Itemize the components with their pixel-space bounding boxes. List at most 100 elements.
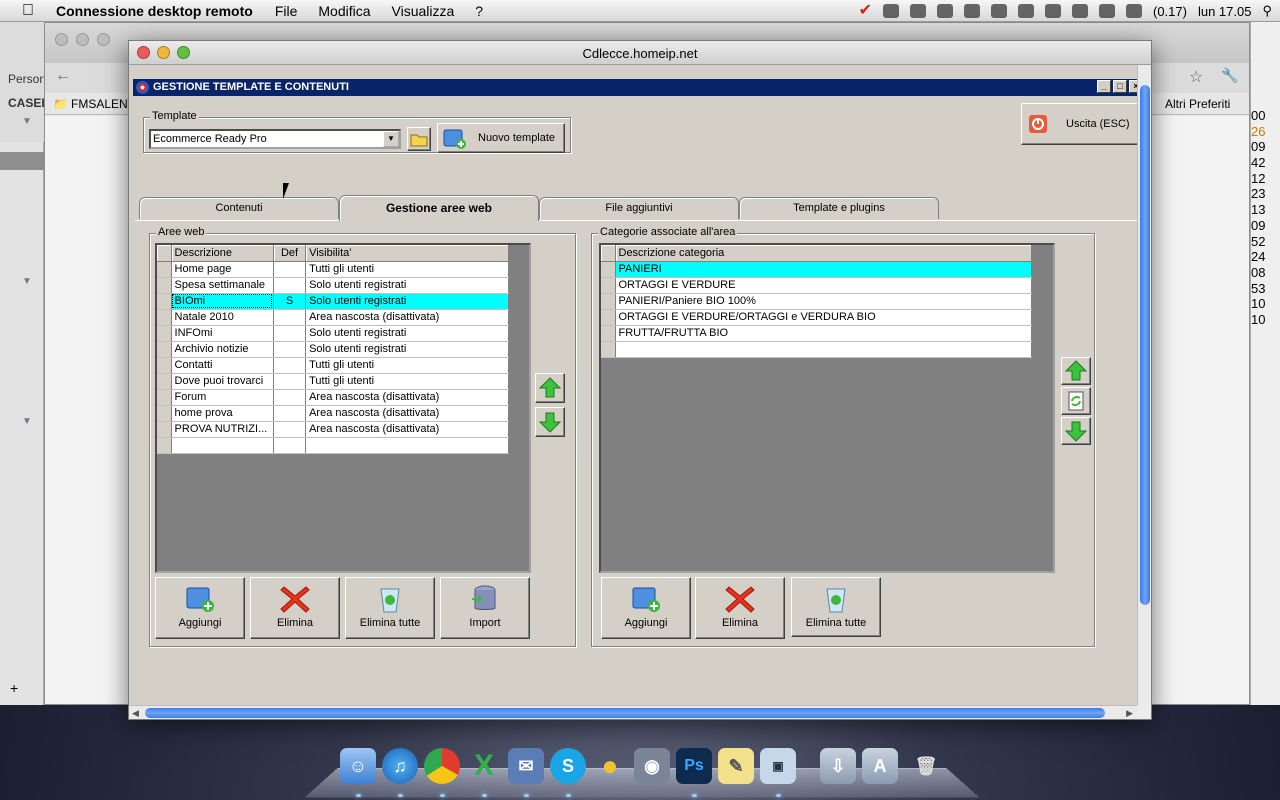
checkmark-icon[interactable]: ✔ (859, 3, 872, 19)
cell-desc[interactable]: Home page (171, 261, 274, 278)
cell-category[interactable]: PANIERI (615, 261, 1032, 278)
cell-vis[interactable]: Solo utenti registrati (305, 325, 509, 342)
table-row[interactable]: Spesa settimanale Solo utenti registrati (157, 277, 509, 294)
move-area-up-button[interactable] (535, 373, 565, 403)
refresh-category-button[interactable] (1061, 387, 1091, 415)
add-icon[interactable]: + (10, 680, 18, 696)
cell-def[interactable] (273, 389, 307, 406)
tab-template-plugins[interactable]: Template e plugins (739, 197, 939, 219)
wrench-icon[interactable]: 🔧 (1221, 67, 1238, 84)
cell-category[interactable]: ORTAGGI E VERDURE (615, 277, 1032, 294)
col-def[interactable]: Def (273, 245, 307, 262)
mail-icon[interactable]: ✉ (508, 748, 544, 784)
cyberduck-icon[interactable]: ● (592, 748, 628, 784)
app-maximize-icon[interactable]: □ (1113, 80, 1127, 93)
spotlight-icon[interactable]: ⚲ (1262, 3, 1272, 19)
disclosure-triangle-icon[interactable]: ▼ (22, 116, 32, 127)
cell-desc[interactable]: INFOmi (171, 325, 274, 342)
itunes-icon[interactable]: ♫ (382, 748, 418, 784)
menu-visualizza[interactable]: Visualizza (392, 3, 455, 19)
cell-def[interactable] (273, 277, 307, 294)
cell-desc[interactable]: Contatti (171, 357, 274, 374)
menu-file[interactable]: File (275, 3, 298, 19)
evernote-icon[interactable] (883, 4, 899, 18)
add-category-button[interactable]: Aggiungi (601, 577, 691, 639)
cell-def[interactable] (273, 373, 307, 390)
cell-category[interactable]: ORTAGGI E VERDURE/ORTAGGI e VERDURA BIO (615, 309, 1032, 326)
add-area-button[interactable]: Aggiungi (155, 577, 245, 639)
back-icon[interactable]: ← (55, 67, 71, 85)
applications-folder-icon[interactable]: A (862, 748, 898, 784)
col-descrizione[interactable]: Descrizione (171, 245, 274, 262)
cell-def[interactable] (273, 325, 307, 342)
cell-desc[interactable]: Archivio notizie (171, 341, 274, 358)
cell-desc[interactable]: Natale 2010 (171, 309, 274, 326)
scroll-right-icon[interactable]: ▶ (1126, 708, 1133, 719)
cell-vis[interactable]: Tutti gli utenti (305, 373, 509, 390)
cell-vis[interactable]: Tutti gli utenti (305, 261, 509, 278)
cell-def[interactable] (273, 405, 307, 422)
cell-vis[interactable]: Area nascosta (disattivata) (305, 405, 509, 422)
app-minimize-icon[interactable]: _ (1097, 80, 1111, 93)
cell-vis[interactable]: Solo utenti registrati (305, 277, 509, 294)
cell-def[interactable] (273, 261, 307, 278)
bookmark-fmsalent[interactable]: FMSALENT (71, 97, 135, 111)
finder-icon[interactable]: ☺ (340, 748, 376, 784)
tab-contenuti[interactable]: Contenuti (139, 197, 339, 219)
move-category-down-button[interactable] (1061, 417, 1091, 445)
menu-help[interactable]: ? (475, 3, 483, 19)
disclosure-triangle-icon[interactable]: ▼ (22, 276, 32, 287)
delete-area-button[interactable]: Elimina (250, 577, 340, 639)
table-row[interactable]: FRUTTA/FRUTTA BIO (601, 325, 1032, 342)
col-descrizione-categoria[interactable]: Descrizione categoria (615, 245, 1032, 262)
table-row[interactable]: INFOmi Solo utenti registrati (157, 325, 509, 342)
table-row-selected[interactable]: PANIERI (601, 261, 1032, 278)
table-row[interactable]: home prova Area nascosta (disattivata) (157, 405, 509, 422)
sync-icon[interactable] (991, 4, 1007, 18)
exit-button[interactable]: Uscita (ESC) (1021, 103, 1137, 145)
chevron-down-icon[interactable]: ▼ (383, 131, 399, 147)
table-row[interactable]: ORTAGGI E VERDURE/ORTAGGI e VERDURA BIO (601, 309, 1032, 326)
table-row-empty[interactable] (157, 437, 509, 454)
table-row[interactable]: PROVA NUTRIZI... Area nascosta (disattiva… (157, 421, 509, 438)
table-row[interactable]: Natale 2010 Area nascosta (disattivata) (157, 309, 509, 326)
table-row[interactable]: Contatti Tutti gli utenti (157, 357, 509, 374)
time-machine-icon[interactable] (1018, 4, 1034, 18)
bluetooth-icon[interactable] (1045, 4, 1061, 18)
skype-icon[interactable]: S (550, 748, 586, 784)
trash-icon[interactable]: 🗑 (908, 748, 944, 784)
bookmark-folder-icon[interactable]: 📁 (53, 97, 68, 111)
table-row[interactable]: Archivio notizie Solo utenti registrati (157, 341, 509, 358)
menu-modifica[interactable]: Modifica (318, 3, 370, 19)
photos-icon[interactable]: ◉ (634, 748, 670, 784)
cell-def[interactable] (273, 309, 307, 326)
app-menu[interactable]: Connessione desktop remoto (56, 3, 253, 19)
rdp-horizontal-scrollbar[interactable]: ◀ ▶ (129, 705, 1137, 719)
table-row[interactable]: Home page Tutti gli utenti (157, 261, 509, 278)
delete-all-categories-button[interactable]: Elimina tutte (791, 577, 881, 637)
cell-vis[interactable]: Solo utenti registrati (305, 293, 509, 310)
new-template-button[interactable]: Nuovo template (437, 123, 565, 153)
cell-category[interactable]: PANIERI/Paniere BIO 100% (615, 293, 1032, 310)
rdp-vertical-scrollbar[interactable] (1137, 65, 1151, 705)
tab-file-aggiuntivi[interactable]: File aggiuntivi (539, 197, 739, 219)
delete-category-button[interactable]: Elimina (695, 577, 785, 639)
chrome-icon[interactable] (424, 748, 460, 784)
battery-icon[interactable] (1126, 4, 1142, 18)
cell-desc[interactable]: PROVA NUTRIZI... (171, 421, 274, 438)
one-icon[interactable] (964, 4, 980, 18)
app-close-icon[interactable]: × (1129, 80, 1137, 93)
cell-vis[interactable]: Area nascosta (disattivata) (305, 309, 509, 326)
rdp-horizontal-scroll-thumb[interactable] (145, 708, 1105, 718)
photoshop-icon[interactable]: Ps (676, 748, 712, 784)
cell-desc[interactable]: Dove puoi trovarci (171, 373, 274, 390)
wifi-icon[interactable] (1072, 4, 1088, 18)
table-row-selected[interactable]: BIOmi S Solo utenti registrati (157, 293, 509, 310)
cell-def[interactable] (273, 357, 307, 374)
table-row[interactable]: ORTAGGI E VERDURE (601, 277, 1032, 294)
cell-desc[interactable]: Forum (171, 389, 274, 406)
table-row[interactable]: Forum Area nascosta (disattivata) (157, 389, 509, 406)
cell-def[interactable]: S (273, 293, 307, 310)
cell-desc[interactable]: Spesa settimanale (171, 277, 274, 294)
move-area-down-button[interactable] (535, 407, 565, 437)
